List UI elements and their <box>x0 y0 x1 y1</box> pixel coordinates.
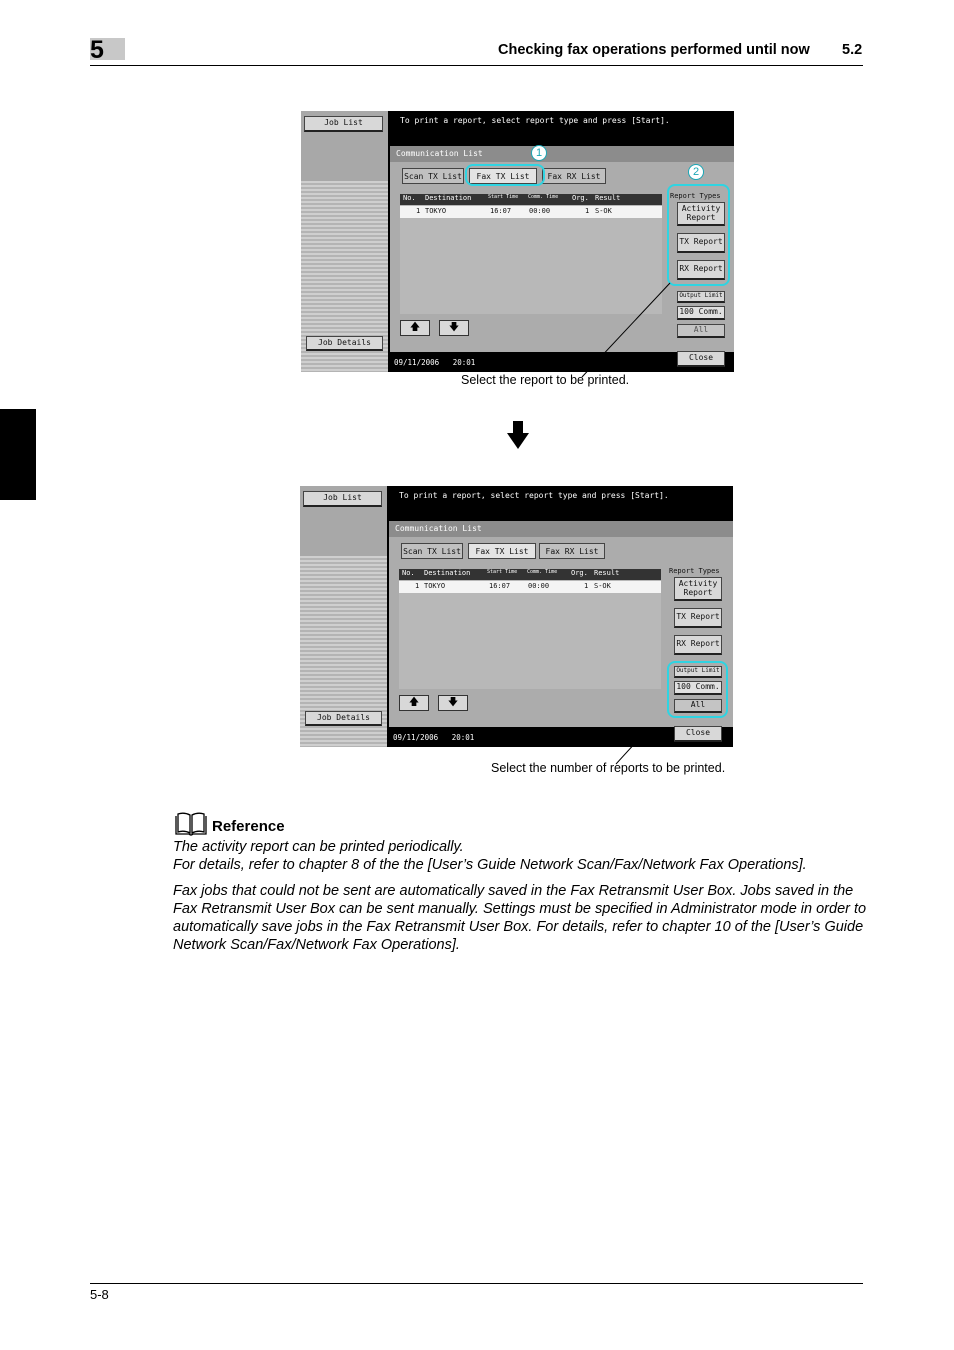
col-result: Result <box>594 569 620 577</box>
cell-org: 1 <box>584 582 589 590</box>
panel-title: Communication List <box>389 521 733 537</box>
down-arrow-icon: 🡇 <box>447 696 459 708</box>
page-number: 5-8 <box>90 1287 109 1302</box>
reference-title: Reference <box>212 818 285 835</box>
caption-1: Select the report to be printed. <box>461 373 630 387</box>
tab-fax-rx-list[interactable]: Fax RX List <box>539 543 605 559</box>
scroll-down-button[interactable]: 🡇 <box>438 695 468 711</box>
instruction-message: To print a report, select report type an… <box>399 491 669 500</box>
down-arrow-icon <box>507 421 529 449</box>
cell-destination: TOKYO <box>424 582 446 590</box>
highlight-output-limit <box>667 661 728 718</box>
tab-fax-tx-list[interactable]: Fax TX List <box>468 543 536 559</box>
caption-2: Select the number of reports to be print… <box>491 761 726 775</box>
date-display: 09/11/2006 <box>393 733 439 742</box>
job-list-button[interactable]: Job List <box>303 491 382 507</box>
book-icon <box>175 812 207 836</box>
tab-scan-tx-list[interactable]: Scan TX List <box>401 543 463 559</box>
time-display: 20:01 <box>451 733 475 742</box>
table-header: No. Destination Start Time Comm. Time Or… <box>399 569 661 580</box>
col-destination: Destination <box>424 569 471 577</box>
screenshot-output-limit: Job List Job Details To print a report, … <box>300 486 733 747</box>
left-column <box>300 486 387 747</box>
activity-report-button[interactable]: Activity Report <box>674 577 722 601</box>
report-types-label: Report Types <box>669 567 720 575</box>
scroll-up-button[interactable]: 🡅 <box>399 695 429 711</box>
col-start-time: Start Time <box>487 569 518 575</box>
col-comm-time: Comm. Time <box>527 569 558 575</box>
job-list-table: No. Destination Start Time Comm. Time Or… <box>399 569 661 689</box>
callout-line-1 <box>581 282 671 378</box>
reference-paragraph: Fax jobs that could not be sent are auto… <box>173 883 867 953</box>
tx-report-button[interactable]: TX Report <box>674 608 722 628</box>
cell-start-time: 16:07 <box>489 582 511 590</box>
cell-result: S-OK <box>594 582 611 590</box>
up-arrow-icon: 🡅 <box>408 696 420 708</box>
close-button[interactable]: Close <box>674 726 722 742</box>
footer-rule <box>90 1283 863 1284</box>
rx-report-button[interactable]: RX Report <box>674 635 722 655</box>
reference-line-1: The activity report can be printed perio… <box>173 839 464 855</box>
job-details-button[interactable]: Job Details <box>305 711 382 726</box>
cell-comm-time: 00:00 <box>528 582 550 590</box>
col-org: Org. <box>571 569 588 577</box>
reference-line-2: For details, refer to chapter 8 of the t… <box>173 857 807 873</box>
table-row[interactable]: 1 TOKYO 16:07 00:00 1 S-OK <box>399 581 661 593</box>
col-no: No. <box>402 569 415 577</box>
cell-no: 1 <box>415 582 420 590</box>
